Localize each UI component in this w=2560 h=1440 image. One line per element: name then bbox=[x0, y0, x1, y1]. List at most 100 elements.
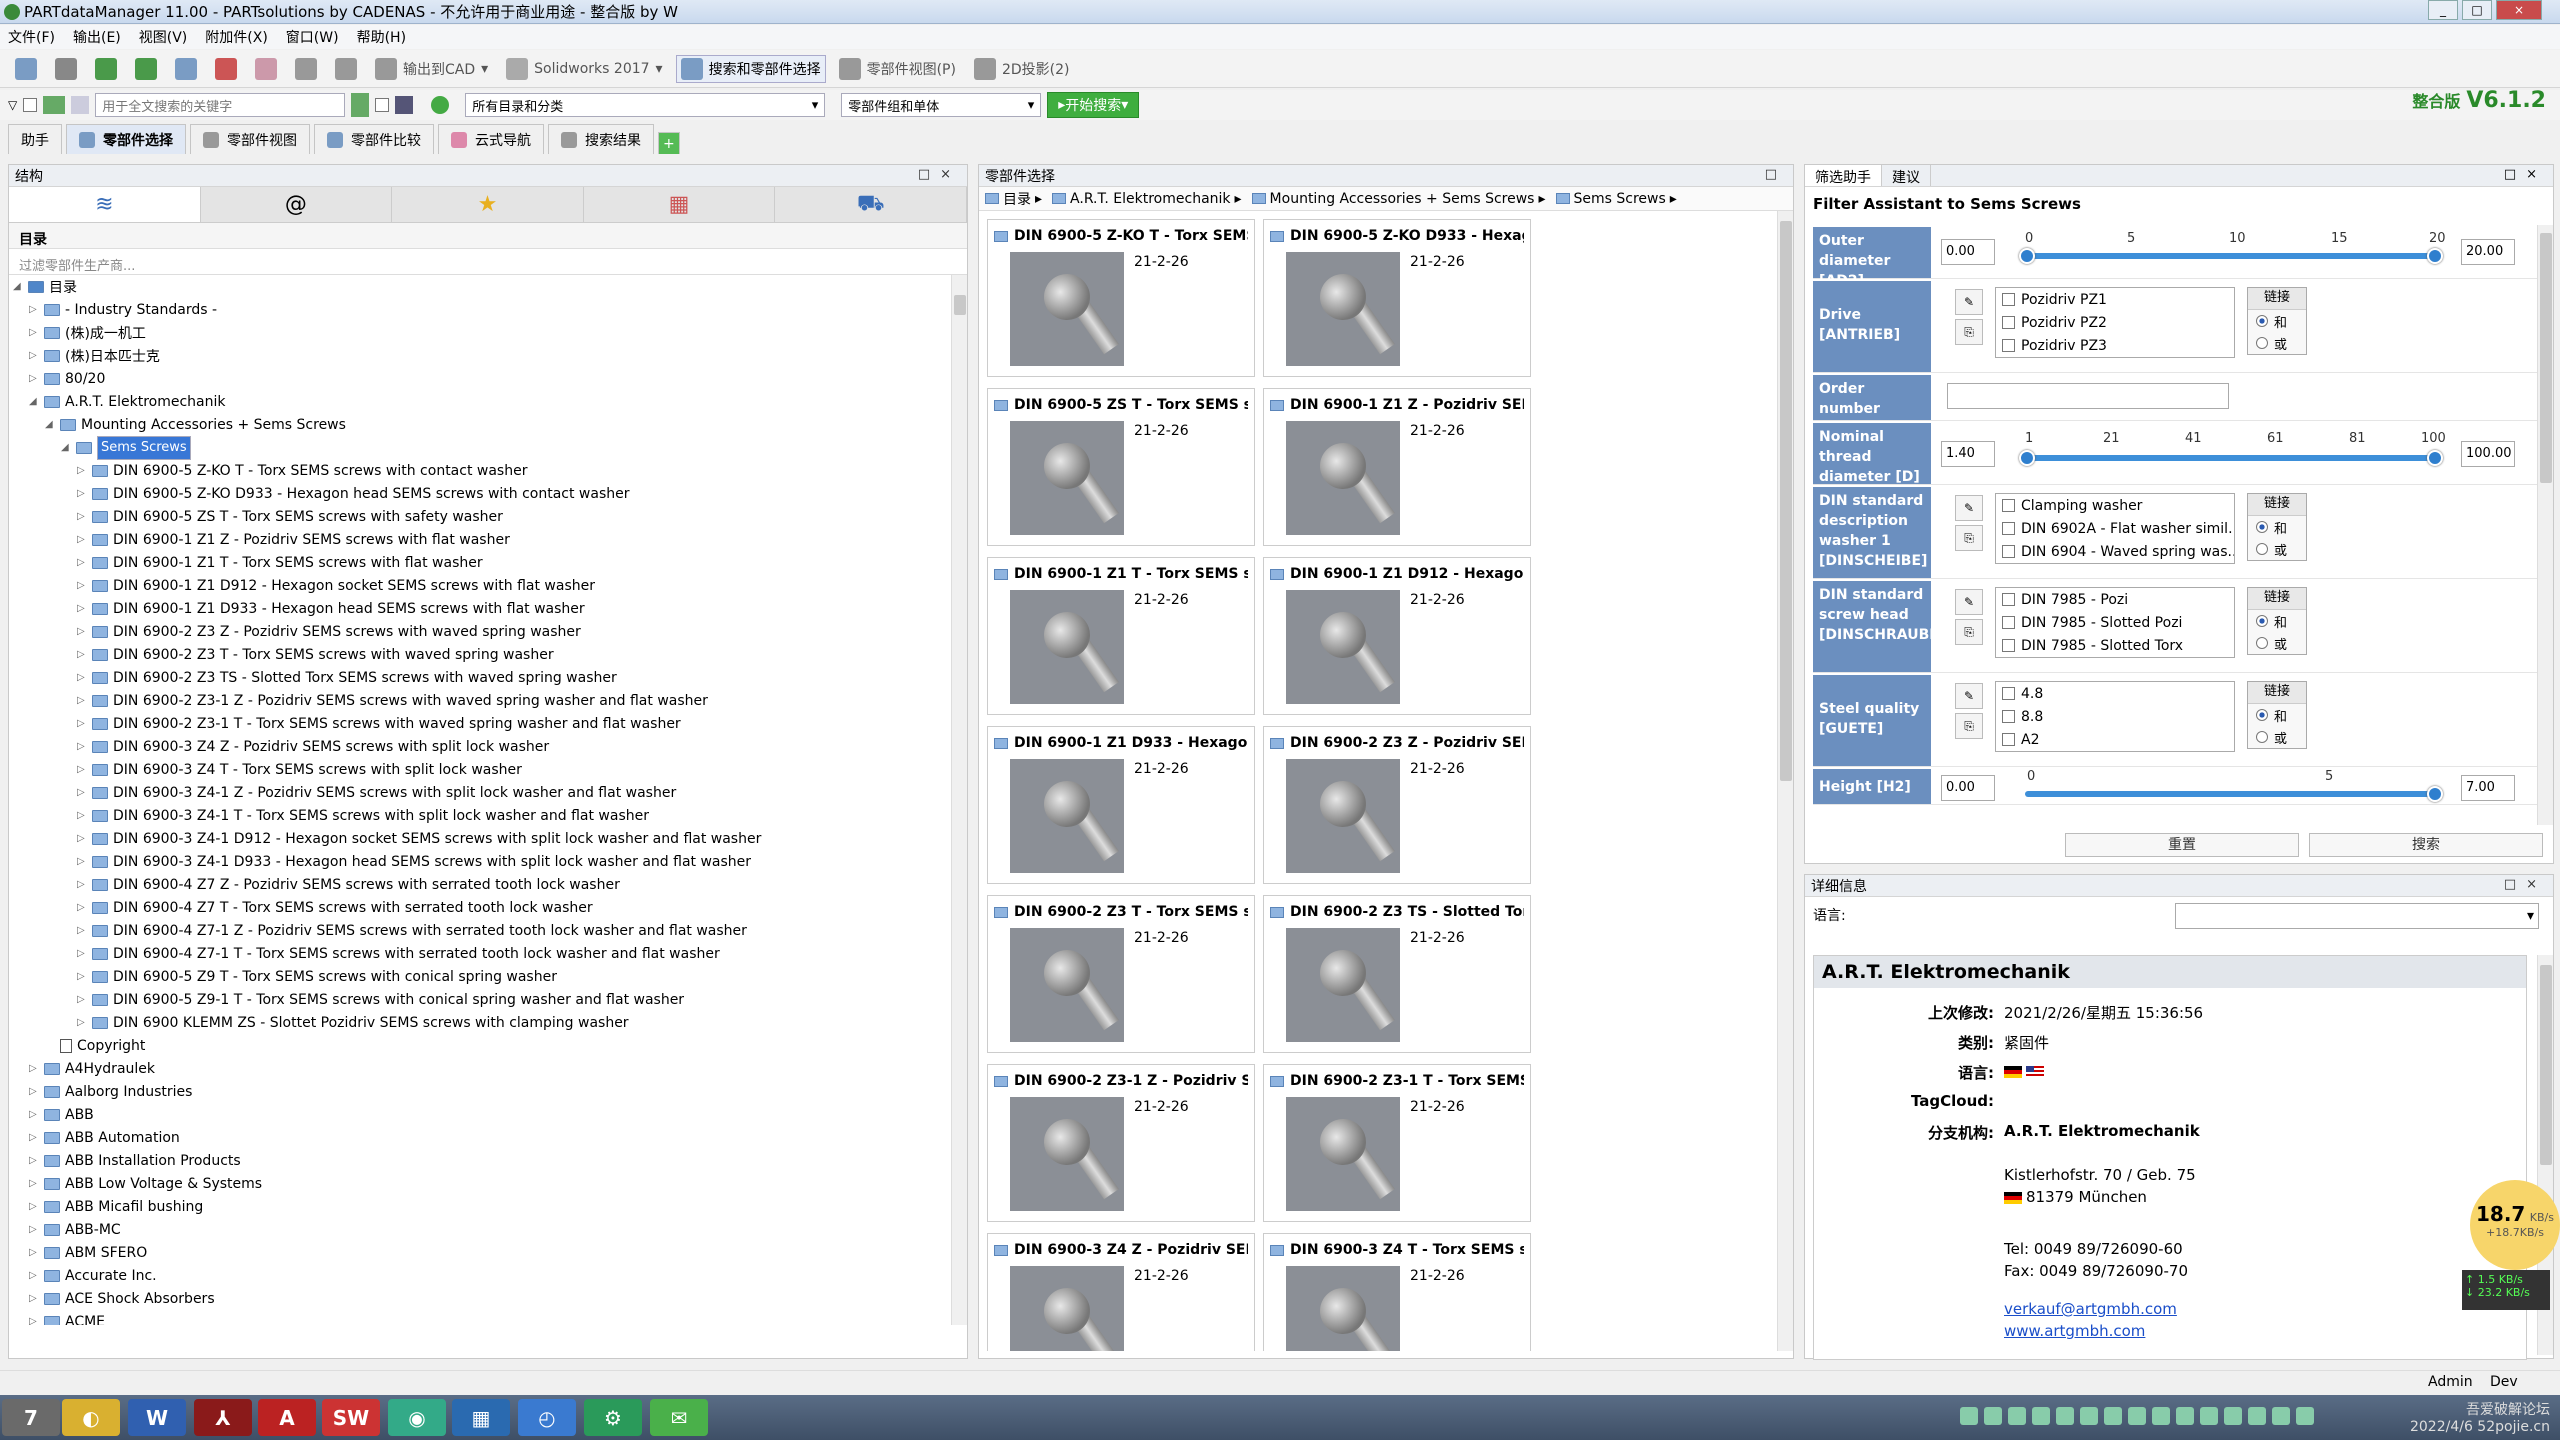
calendar-icon[interactable]: ▦ bbox=[583, 187, 776, 222]
tray-icon[interactable] bbox=[2296, 1407, 2314, 1425]
and-radio[interactable]: 和 bbox=[2248, 704, 2306, 726]
tray-icon[interactable] bbox=[2200, 1407, 2218, 1425]
expand-icon[interactable]: ▷ bbox=[77, 833, 87, 844]
option-8-8[interactable]: 8.8 bbox=[1996, 705, 2234, 728]
app-green-icon[interactable]: ⚙ bbox=[584, 1399, 642, 1436]
or-radio[interactable]: 或 bbox=[2248, 538, 2306, 560]
link-button[interactable]: 链接 bbox=[2248, 682, 2306, 704]
tree-node[interactable]: ▷ DIN 6900-5 Z9-1 T - Torx SEMS screws wi… bbox=[77, 988, 684, 1011]
search-input[interactable]: 用于全文搜索的关键字 bbox=[95, 93, 346, 117]
export-cad-button[interactable]: 输出到CAD ▾ bbox=[370, 55, 493, 83]
expand-icon[interactable]: ▷ bbox=[29, 1224, 39, 1235]
option-pz1[interactable]: Pozidriv PZ1 bbox=[1996, 288, 2234, 311]
tree-node[interactable]: ▷ DIN 6900-4 Z7-1 Z - Pozidriv SEMS screw… bbox=[77, 919, 747, 942]
tree-node[interactable]: ▷ DIN 6900-2 Z3 T - Torx SEMS screws with… bbox=[77, 643, 554, 666]
expand-icon[interactable]: ▷ bbox=[29, 1155, 39, 1166]
expand-icon[interactable]: ▷ bbox=[77, 695, 87, 706]
catalog-tab-icon[interactable]: ≋ bbox=[9, 187, 201, 222]
tree-node[interactable]: ▷ DIN 6900-5 Z9 T - Torx SEMS screws with… bbox=[77, 965, 557, 988]
breadcrumb-item[interactable]: A.R.T. Elektromechanik ▸ bbox=[1052, 191, 1242, 207]
tray-icon[interactable] bbox=[2176, 1407, 2194, 1425]
checkbox[interactable] bbox=[2002, 339, 2015, 352]
tree-node[interactable]: ▷ DIN 6900-1 Z1 T - Torx SEMS screws with… bbox=[77, 551, 483, 574]
expand-icon[interactable]: ▷ bbox=[77, 718, 87, 729]
tree-node[interactable]: ▷ ABB-MC bbox=[29, 1218, 121, 1241]
expand-icon[interactable]: ▷ bbox=[77, 534, 87, 545]
expand-icon[interactable]: ▷ bbox=[77, 580, 87, 591]
acrobat-icon[interactable]: ⅄ bbox=[194, 1399, 252, 1436]
tree-node[interactable]: ▷ DIN 6900-3 Z4 T - Torx SEMS screws with… bbox=[77, 758, 522, 781]
panel-controls[interactable]: □× bbox=[2504, 167, 2547, 182]
thread-max-input[interactable]: 100.00 bbox=[2461, 441, 2515, 467]
tree-node[interactable]: ▷ DIN 6900-4 Z7 Z - Pozidriv SEMS screws … bbox=[77, 873, 620, 896]
part-card[interactable]: DIN 6900-1 Z1 D912 - Hexagon s 21-2-26 bbox=[1263, 557, 1531, 715]
at-tab-icon[interactable]: @ bbox=[200, 187, 393, 222]
expand-icon[interactable]: ▷ bbox=[29, 1109, 39, 1120]
part-view-button[interactable]: 零部件视图(P) bbox=[834, 55, 961, 83]
scope-select[interactable]: 所有目录和分类 ▾ bbox=[465, 93, 826, 117]
outer-slider-max-handle[interactable] bbox=[2427, 248, 2443, 264]
checkbox[interactable] bbox=[2002, 733, 2015, 746]
part-card[interactable]: DIN 6900-2 Z3 TS - Slotted Torx S 21-2-26 bbox=[1263, 895, 1531, 1053]
clear-filter-icon[interactable]: ⎘ bbox=[1955, 525, 1983, 551]
link-button[interactable]: 链接 bbox=[2248, 494, 2306, 516]
tree-node[interactable]: ▷ A4Hydraulek bbox=[29, 1057, 155, 1080]
height-min-input[interactable]: 0.00 bbox=[1941, 775, 1995, 801]
option-checkbox[interactable] bbox=[375, 98, 390, 112]
toolbar-icon-7[interactable] bbox=[250, 55, 282, 83]
checkbox[interactable] bbox=[2002, 687, 2015, 700]
toolbar-icon-1[interactable] bbox=[10, 55, 42, 83]
tree-node[interactable]: ▷ DIN 6900-3 Z4-1 D933 - Hexagon head SEM… bbox=[77, 850, 751, 873]
tab-search-results[interactable]: 搜索结果 bbox=[548, 124, 654, 154]
menu-output[interactable]: 输出(E) bbox=[73, 27, 121, 47]
explorer-icon[interactable]: ◐ bbox=[62, 1399, 120, 1436]
start-icon[interactable]: 7 bbox=[2, 1399, 60, 1436]
tree-node[interactable]: ▷ DIN 6900-2 Z3-1 T - Torx SEMS screws wi… bbox=[77, 712, 681, 735]
add-icon[interactable] bbox=[431, 96, 450, 114]
tree-node[interactable]: ▷ DIN 6900-2 Z3 TS - Slotted Torx SEMS sc… bbox=[77, 666, 617, 689]
expand-icon[interactable]: ▷ bbox=[77, 764, 87, 775]
autocad-icon[interactable]: A bbox=[258, 1399, 316, 1436]
checkbox[interactable] bbox=[2002, 616, 2015, 629]
part-card[interactable]: DIN 6900-5 Z-KO T - Torx SEMS sc 21-2-26 bbox=[987, 219, 1255, 377]
tree-node[interactable]: ▷ DIN 6900-4 Z7 T - Torx SEMS screws with… bbox=[77, 896, 593, 919]
chrome-icon[interactable]: ◉ bbox=[388, 1399, 446, 1436]
tab-suggestions[interactable]: 建议 bbox=[1882, 165, 1931, 186]
checkbox[interactable] bbox=[2002, 593, 2015, 606]
option-6902a[interactable]: DIN 6902A - Flat washer simil... bbox=[1996, 517, 2234, 540]
menu-view[interactable]: 视图(V) bbox=[139, 27, 188, 47]
option-pz3[interactable]: Pozidriv PZ3 bbox=[1996, 334, 2234, 357]
tray-icon[interactable] bbox=[2152, 1407, 2170, 1425]
expand-icon[interactable]: ▷ bbox=[29, 1293, 39, 1304]
tree-node[interactable]: ▷ DIN 6900-1 Z1 D912 - Hexagon socket SEM… bbox=[77, 574, 595, 597]
edit-filter-icon[interactable]: ✎ bbox=[1955, 589, 1983, 615]
tree-node[interactable]: ▷ ACME bbox=[29, 1310, 105, 1325]
expand-icon[interactable]: ▷ bbox=[29, 327, 39, 338]
tree-node[interactable]: ▷ DIN 6900-1 Z1 D933 - Hexagon head SEMS … bbox=[77, 597, 585, 620]
radio[interactable] bbox=[2256, 709, 2268, 721]
solidworks-icon[interactable]: SW bbox=[322, 1399, 380, 1436]
outer-min-input[interactable]: 0.00 bbox=[1941, 239, 1995, 265]
height-max-input[interactable]: 7.00 bbox=[2461, 775, 2515, 801]
radio[interactable] bbox=[2256, 731, 2268, 743]
edit-filter-icon[interactable]: ✎ bbox=[1955, 495, 1983, 521]
mode-select[interactable]: 零部件组和单体 ▾ bbox=[841, 93, 1042, 117]
tab-part-selection[interactable]: 零部件选择 bbox=[66, 124, 186, 154]
expand-icon[interactable]: ▷ bbox=[29, 1247, 39, 1258]
tree-node[interactable]: ▷ DIN 6900-5 ZS T - Torx SEMS screws with… bbox=[77, 505, 503, 528]
or-radio[interactable]: 或 bbox=[2248, 332, 2306, 354]
expand-icon[interactable]: ▷ bbox=[29, 373, 39, 384]
expand-icon[interactable]: ▷ bbox=[29, 1201, 39, 1212]
tray-icon[interactable] bbox=[1960, 1407, 1978, 1425]
expand-icon[interactable]: ▷ bbox=[77, 948, 87, 959]
checkbox[interactable] bbox=[2002, 293, 2015, 306]
tree-node[interactable]: ▷ DIN 6900-3 Z4 Z - Pozidriv SEMS screws … bbox=[77, 735, 549, 758]
tab-part-compare[interactable]: 零部件比较 bbox=[314, 124, 434, 154]
tree-node[interactable]: ▷ ABB bbox=[29, 1103, 94, 1126]
tab-cloud-nav[interactable]: 云式导航 bbox=[438, 124, 544, 154]
menu-addons[interactable]: 附加件(X) bbox=[205, 27, 268, 47]
start-search-button[interactable]: ▸ 开始搜索 ▾ bbox=[1047, 92, 1140, 118]
search-mode-icon[interactable] bbox=[71, 96, 90, 114]
radio[interactable] bbox=[2256, 615, 2268, 627]
tree-node[interactable]: ▷ DIN 6900-2 Z3 Z - Pozidriv SEMS screws … bbox=[77, 620, 581, 643]
